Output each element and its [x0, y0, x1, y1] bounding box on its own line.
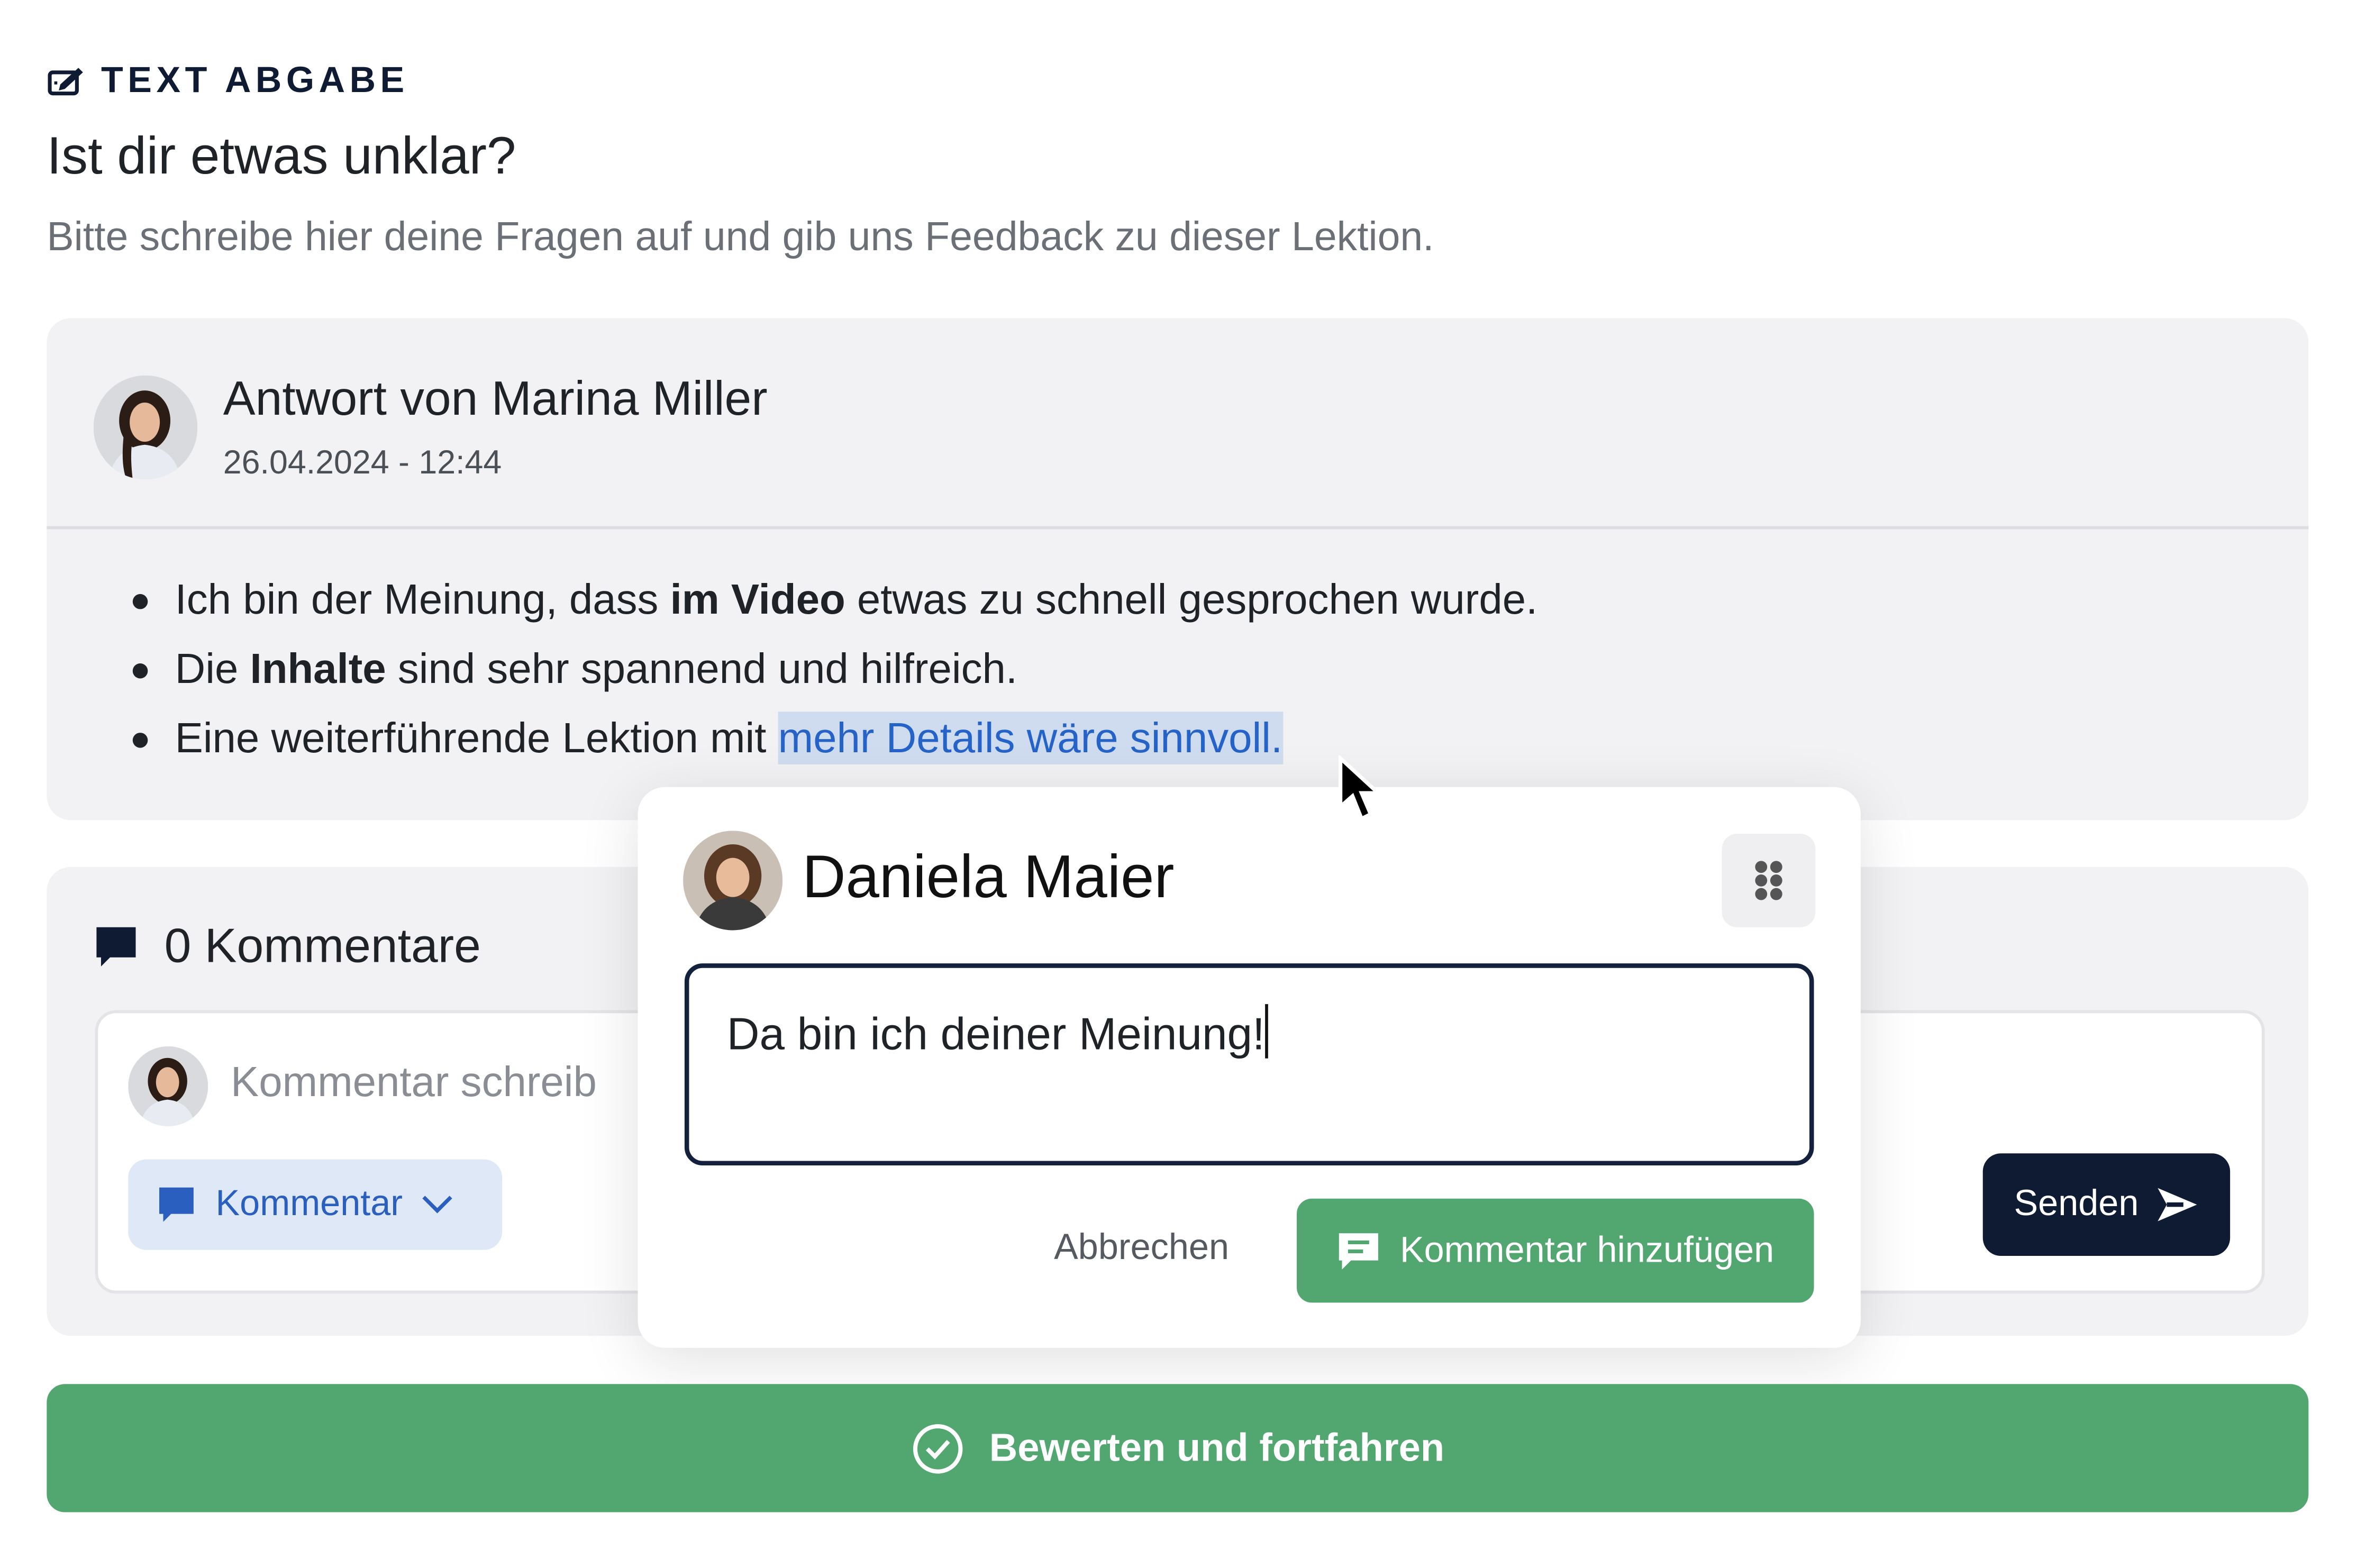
mouse-cursor-icon — [1339, 755, 1384, 822]
avatar — [128, 1046, 208, 1126]
list-item: Ich bin der Meinung, dass im Video etwas… — [130, 566, 1537, 635]
comment-text-field[interactable]: Da bin ich deiner Meinung! — [684, 963, 1814, 1166]
answer-bullet-list: Ich bin der Meinung, dass im Video etwas… — [130, 566, 1537, 773]
answer-date: 26.04.2024 - 12:44 — [223, 443, 502, 481]
send-arrow-icon — [2158, 1188, 2198, 1221]
edit-text-icon — [48, 68, 83, 96]
comment-text-icon — [1340, 1232, 1379, 1269]
add-comment-popup: Daniela Maier Da bin ich deiner Meinung!… — [638, 787, 1861, 1348]
comment-input[interactable]: Kommentar schreib — [231, 1059, 597, 1107]
check-circle-icon — [913, 1423, 963, 1473]
comments-title: 0 Kommentare — [92, 918, 481, 974]
popup-user-name: Daniela Maier — [802, 844, 1175, 911]
section-label-text: TEXT ABGABE — [101, 60, 409, 101]
cancel-button[interactable]: Abbrechen — [1054, 1227, 1229, 1270]
grip-icon — [1755, 861, 1782, 900]
page-subtitle: Bitte schreibe hier deine Fragen auf und… — [47, 214, 1434, 260]
list-item: Eine weiterführende Lektion mit mehr Det… — [130, 704, 1537, 773]
avatar — [93, 375, 198, 480]
comment-bubble-icon — [159, 1187, 194, 1222]
add-comment-button[interactable]: Kommentar hinzufügen — [1297, 1198, 1814, 1303]
highlighted-selection[interactable]: mehr Details wäre sinnvoll. — [778, 712, 1283, 764]
answer-author: Antwort von Marina Miller — [223, 371, 768, 425]
page-title: Ist dir etwas unklar? — [47, 126, 516, 186]
comment-bubble-icon — [96, 926, 136, 966]
section-label: TEXT ABGABE — [47, 60, 408, 103]
avatar — [683, 831, 783, 931]
answer-card: Antwort von Marina Miller 26.04.2024 - 1… — [47, 318, 2309, 821]
chevron-down-icon — [422, 1196, 452, 1214]
send-button[interactable]: Senden — [1982, 1153, 2231, 1256]
comment-type-dropdown[interactable]: Kommentar — [128, 1159, 503, 1250]
list-item: Die Inhalte sind sehr spannend und hilfr… — [130, 635, 1537, 704]
text-cursor — [1264, 1004, 1268, 1059]
drag-handle[interactable] — [1722, 834, 1816, 927]
rate-and-continue-button[interactable]: Bewerten und fortfahren — [47, 1384, 2309, 1512]
